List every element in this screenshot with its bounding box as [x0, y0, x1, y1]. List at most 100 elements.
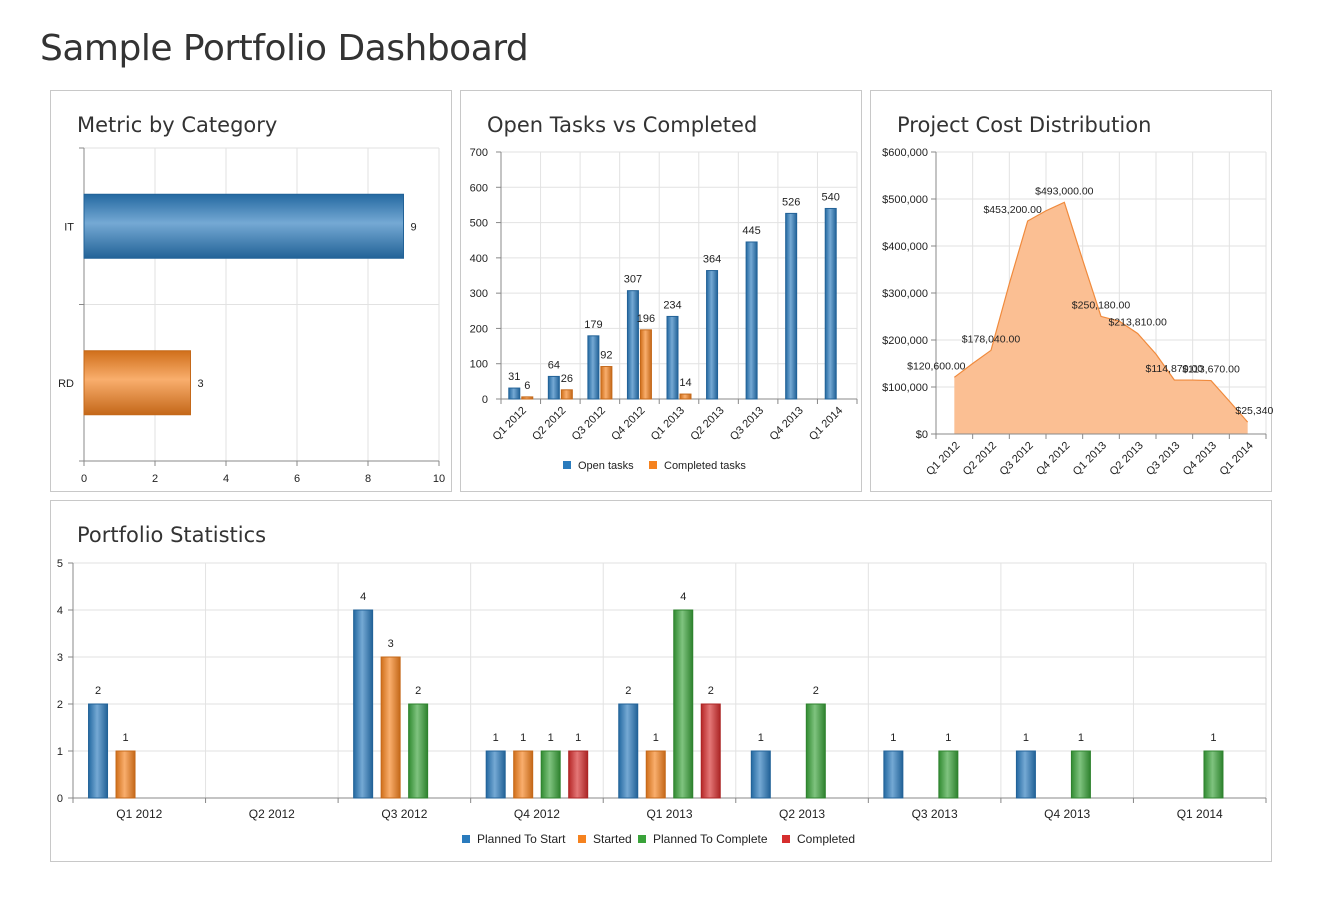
open-tasks-panel: Open Tasks vs Completed 0 100 200 300 400 500…	[460, 90, 862, 492]
bar	[679, 393, 692, 400]
bar	[380, 656, 401, 799]
legend-label: Planned To Start	[477, 832, 566, 846]
data-label: 1	[493, 732, 499, 744]
x-tick-label: Q1 2014	[1177, 807, 1223, 821]
bar	[745, 241, 758, 400]
bar	[938, 750, 959, 799]
y-tick-label: 100	[470, 359, 488, 371]
data-label: 179	[584, 319, 602, 331]
bar	[83, 193, 404, 259]
legend-swatch	[649, 461, 657, 469]
x-tick-label: Q3 2012	[997, 440, 1035, 478]
bar	[639, 329, 652, 400]
data-label: 1	[890, 732, 896, 744]
bar	[540, 750, 561, 799]
data-label: 1	[1023, 732, 1029, 744]
data-label: 64	[548, 359, 560, 371]
bar	[513, 750, 534, 799]
y-tick-label: 0	[57, 793, 63, 805]
data-label: 31	[508, 371, 520, 383]
y-tick-label: $0	[916, 429, 928, 441]
data-label: 196	[637, 313, 655, 325]
bar	[618, 703, 639, 799]
legend-swatch	[638, 835, 646, 843]
bar	[547, 375, 560, 400]
data-label: 1	[122, 732, 128, 744]
x-tick-label: Q2 2013	[779, 807, 825, 821]
data-label: 1	[1210, 732, 1216, 744]
page-title: Sample Portfolio Dashboard	[40, 28, 529, 69]
x-tick-label: Q4 2013	[1044, 807, 1090, 821]
bar	[785, 212, 798, 400]
bar	[805, 703, 826, 799]
bar	[645, 750, 666, 799]
bar	[700, 703, 721, 799]
data-label: $178,040.00	[962, 333, 1021, 345]
x-tick-label: Q3 2012	[570, 405, 608, 443]
x-tick-label: 4	[223, 473, 229, 485]
legend-label: Started	[593, 832, 632, 846]
x-tick-label: Q2 2012	[249, 807, 295, 821]
y-tick-label: 4	[57, 605, 63, 617]
data-label: 1	[758, 732, 764, 744]
x-tick-label: Q4 2013	[767, 405, 805, 443]
x-tick-label: Q1 2013	[646, 807, 692, 821]
data-label: 1	[575, 732, 581, 744]
data-label: 1	[548, 732, 554, 744]
data-label: 540	[822, 191, 840, 203]
y-tick-label: 3	[57, 652, 63, 664]
x-tick-label: Q2 2012	[961, 440, 999, 478]
x-tick-label: Q4 2012	[1034, 440, 1072, 478]
data-label: 4	[680, 591, 686, 603]
portfolio-statistics-panel: Portfolio Statistics 0123452412111131121…	[50, 500, 1272, 862]
x-tick-label: 8	[365, 473, 371, 485]
data-label: 3	[198, 378, 204, 390]
data-label: $493,000.00	[1035, 185, 1094, 197]
bar	[824, 207, 837, 400]
y-tick-label: 600	[470, 182, 488, 194]
legend-swatch	[782, 835, 790, 843]
data-label: $120,600.00	[907, 360, 966, 372]
data-label: 92	[600, 350, 612, 362]
y-tick-label: $100,000	[882, 382, 928, 394]
area-fill	[954, 202, 1248, 434]
bar	[568, 750, 589, 799]
metric-by-category-chart: 0 2 4 6 8 10 9 IT 3 RD	[58, 147, 445, 485]
portfolio-statistics-chart: 0 1 2 3 4 5 2 4 1 2 1 1 1 1 3 1 1 2 1 4 2 1 1 1 1 2 Q1 2012 Q2 2012…	[57, 558, 1267, 846]
x-tick-label: Q4 2012	[514, 807, 560, 821]
y-tick-label: 2	[57, 699, 63, 711]
bar	[508, 387, 521, 400]
data-label: 526	[782, 196, 800, 208]
legend-label: Planned To Complete	[653, 832, 768, 846]
x-tick-label: Q3 2013	[1144, 440, 1182, 478]
legend-label: Completed tasks	[664, 460, 746, 472]
bar	[521, 396, 534, 400]
bar	[883, 750, 904, 799]
x-tick-label: 10	[433, 473, 445, 485]
x-tick-label: Q3 2013	[912, 807, 958, 821]
bar	[560, 389, 573, 400]
project-cost-panel: Project Cost Distribution $0 $100,000 $200…	[870, 90, 1273, 492]
x-tick-label: 0	[81, 473, 87, 485]
y-tick-label: 700	[470, 147, 488, 159]
y-tick-label: 0	[482, 394, 488, 406]
open-tasks-chart: 0 100 200 300 400 500 600 700 31 64 179 307 234 364 44…	[470, 147, 858, 472]
y-tick-label: 200	[470, 323, 488, 335]
data-label: 2	[415, 685, 421, 697]
y-tick-label: $200,000	[882, 335, 928, 347]
data-label: $113,670.00	[1182, 364, 1240, 376]
data-label: 3	[388, 638, 394, 650]
bar	[1070, 750, 1091, 799]
x-tick-label: Q3 2012	[381, 807, 427, 821]
legend-label: Completed	[797, 832, 855, 846]
metric-by-category-panel: Metric by Category 0 2 4 6 8 10 9 IT 3 RD	[50, 90, 452, 492]
x-tick-label: Q3 2013	[728, 405, 766, 443]
bar	[706, 270, 719, 400]
bar	[1203, 750, 1224, 799]
x-tick-label: Q1 2012	[491, 405, 529, 443]
project-cost-chart: $0 $100,000 $200,000 $300,000 $400,000 $500,0…	[882, 147, 1273, 478]
x-tick-label: Q1 2012	[924, 440, 962, 478]
y-tick-label: 500	[470, 218, 488, 230]
bar	[1015, 750, 1036, 799]
x-tick-label: Q4 2013	[1181, 440, 1219, 478]
